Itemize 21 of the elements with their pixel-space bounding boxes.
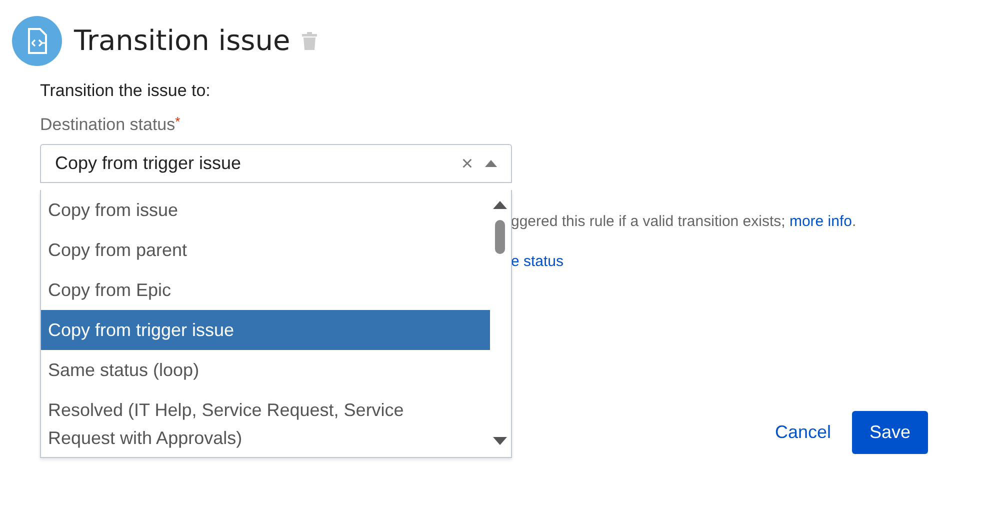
status-select[interactable]: Copy from trigger issue ×: [40, 144, 512, 183]
status-link[interactable]: e status: [511, 251, 564, 274]
dropdown-option[interactable]: Copy from Epic: [41, 270, 490, 310]
save-button[interactable]: Save: [852, 411, 928, 454]
section-label: Transition the issue to:: [40, 80, 212, 102]
dropdown-option[interactable]: Copy from trigger issue: [41, 310, 490, 350]
field-label: Destination status*: [40, 112, 182, 136]
help-text: ggered this rule if a valid transition exists; more info.: [511, 212, 856, 232]
document-icon: [12, 16, 62, 66]
scrollbar-thumb[interactable]: [495, 220, 505, 254]
page-title: Transition issue: [74, 24, 290, 58]
scroll-up-icon[interactable]: [493, 201, 507, 209]
dropdown-option[interactable]: Copy from issue: [41, 190, 490, 230]
dropdown-option[interactable]: Resolved (IT Help, Service Request, Service Request with Approvals): [41, 390, 490, 457]
cancel-button[interactable]: Cancel: [764, 413, 842, 452]
clear-icon[interactable]: ×: [461, 148, 473, 178]
dropdown-option[interactable]: Same status (loop): [41, 350, 490, 390]
dropdown-option[interactable]: Copy from parent: [41, 230, 490, 270]
required-icon: *: [175, 114, 180, 128]
scroll-down-icon[interactable]: [493, 437, 507, 445]
more-info-link[interactable]: more info: [789, 213, 852, 230]
